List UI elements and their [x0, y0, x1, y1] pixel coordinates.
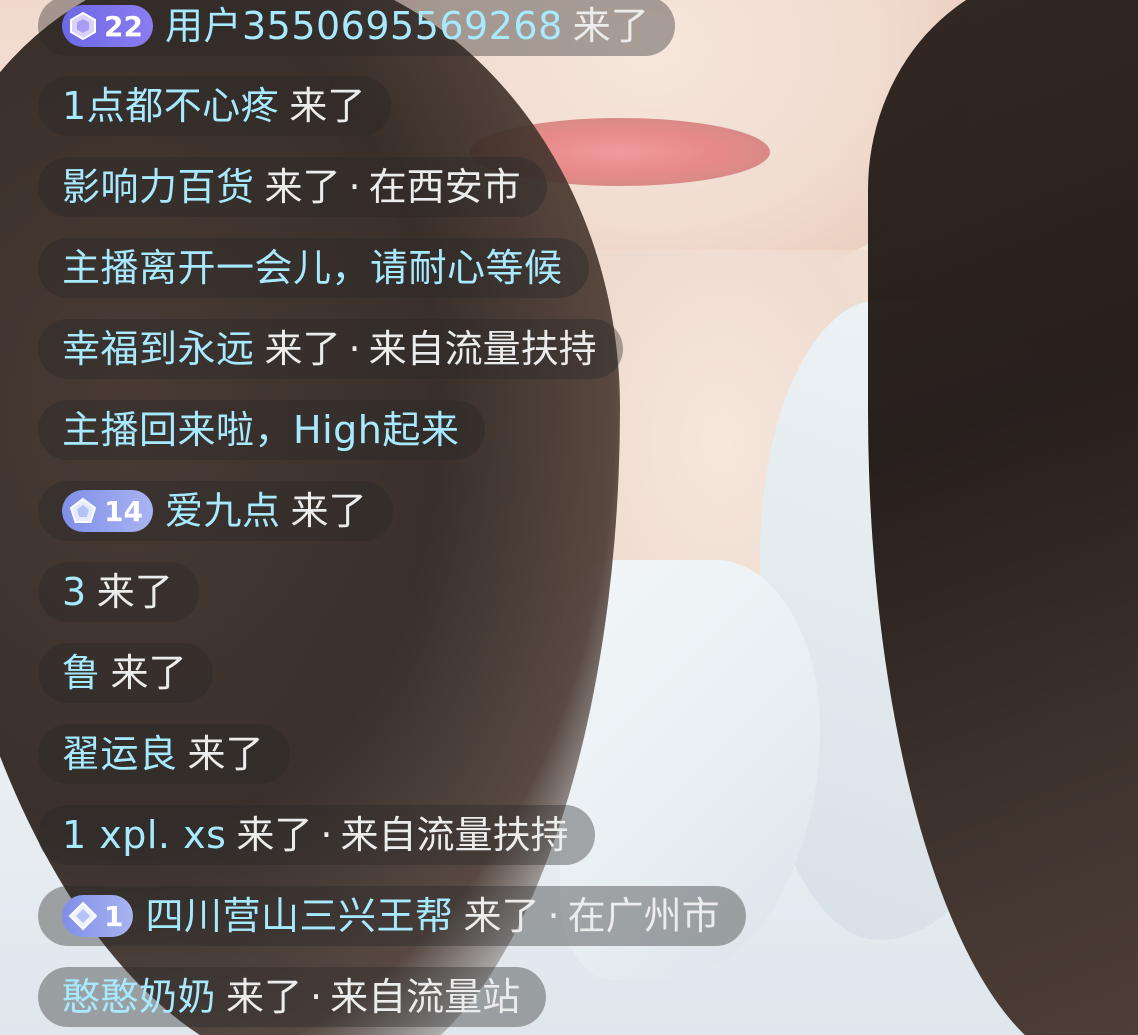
separator-dot: · [348, 327, 361, 371]
username[interactable]: 四川营山三兴王帮 [145, 886, 453, 946]
chat-message[interactable]: 憨憨奶奶 来了 · 来自流量站 [38, 967, 547, 1027]
username[interactable]: 3 [62, 562, 87, 622]
background-hair-right [868, 0, 1138, 1035]
system-message: 主播回来啦，High起来 [38, 400, 486, 460]
chat-message[interactable]: 翟运良 来了 [38, 724, 290, 784]
system-notice-text: 主播回来啦，High起来 [62, 408, 460, 452]
username[interactable]: 影响力百货 [62, 157, 255, 217]
username[interactable]: 幸福到永远 [62, 319, 255, 379]
action-text: 来了 [236, 813, 313, 857]
username[interactable]: 爱九点 [165, 481, 281, 541]
separator-dot: · [320, 813, 333, 857]
badge-level: 22 [104, 9, 143, 43]
chat-message[interactable]: 鲁 来了 [38, 643, 213, 703]
source-text: 来自流量扶持 [368, 327, 597, 371]
location-text: 在西安市 [368, 165, 521, 209]
chat-message[interactable]: 1 四川营山三兴王帮 来了 · 在广州市 [38, 886, 746, 946]
background-neck [560, 250, 920, 730]
chat-message[interactable]: 1点都不心疼 来了 [38, 76, 392, 136]
chat-message[interactable]: 22 用户3550695569268 来了 [38, 0, 675, 56]
chat-message[interactable]: 14 爱九点 来了 [38, 481, 393, 541]
action-text: 来了 [264, 165, 341, 209]
live-stream-view: 22 用户3550695569268 来了 1点都不心疼 来了 影响力百货 来了… [0, 0, 1138, 1035]
diamond-gem-icon [68, 901, 98, 931]
username[interactable]: 鲁 [62, 643, 101, 703]
username[interactable]: 1 xpl. xs [62, 805, 226, 865]
user-level-badge: 1 [62, 895, 134, 937]
separator-dot: · [547, 894, 560, 938]
badge-level: 1 [104, 899, 124, 933]
location-text: 在广州市 [567, 894, 720, 938]
action-text: 来了 [289, 84, 366, 128]
user-level-badge: 14 [62, 490, 153, 532]
action-text: 来了 [290, 489, 367, 533]
action-text: 来了 [226, 975, 303, 1019]
chat-message[interactable]: 幸福到永远 来了 · 来自流量扶持 [38, 319, 623, 379]
action-text: 来了 [96, 570, 173, 614]
action-text: 来了 [264, 327, 341, 371]
separator-dot: · [348, 165, 361, 209]
pentagon-gem-icon [69, 497, 97, 523]
action-text: 来了 [110, 651, 187, 695]
username[interactable]: 翟运良 [62, 724, 178, 784]
chat-message[interactable]: 3 来了 [38, 562, 199, 622]
action-text: 来了 [463, 894, 540, 938]
system-message: 主播离开一会儿，请耐心等候 [38, 238, 589, 298]
chat-message[interactable]: 1 xpl. xs 来了 · 来自流量扶持 [38, 805, 595, 865]
source-text: 来自流量扶持 [340, 813, 569, 857]
separator-dot: · [310, 975, 323, 1019]
action-text: 来了 [572, 4, 649, 48]
badge-level: 14 [104, 494, 143, 528]
username[interactable]: 1点都不心疼 [62, 76, 279, 136]
background-collar-right [760, 300, 1060, 940]
user-level-badge: 22 [62, 5, 153, 47]
action-text: 来了 [187, 732, 264, 776]
username[interactable]: 憨憨奶奶 [62, 967, 216, 1027]
username[interactable]: 用户3550695569268 [165, 0, 563, 56]
system-notice-text: 主播离开一会儿，请耐心等候 [62, 246, 563, 290]
hexagon-gem-icon [70, 11, 96, 41]
chat-message[interactable]: 影响力百货 来了 · 在西安市 [38, 157, 547, 217]
source-text: 来自流量站 [330, 975, 521, 1019]
